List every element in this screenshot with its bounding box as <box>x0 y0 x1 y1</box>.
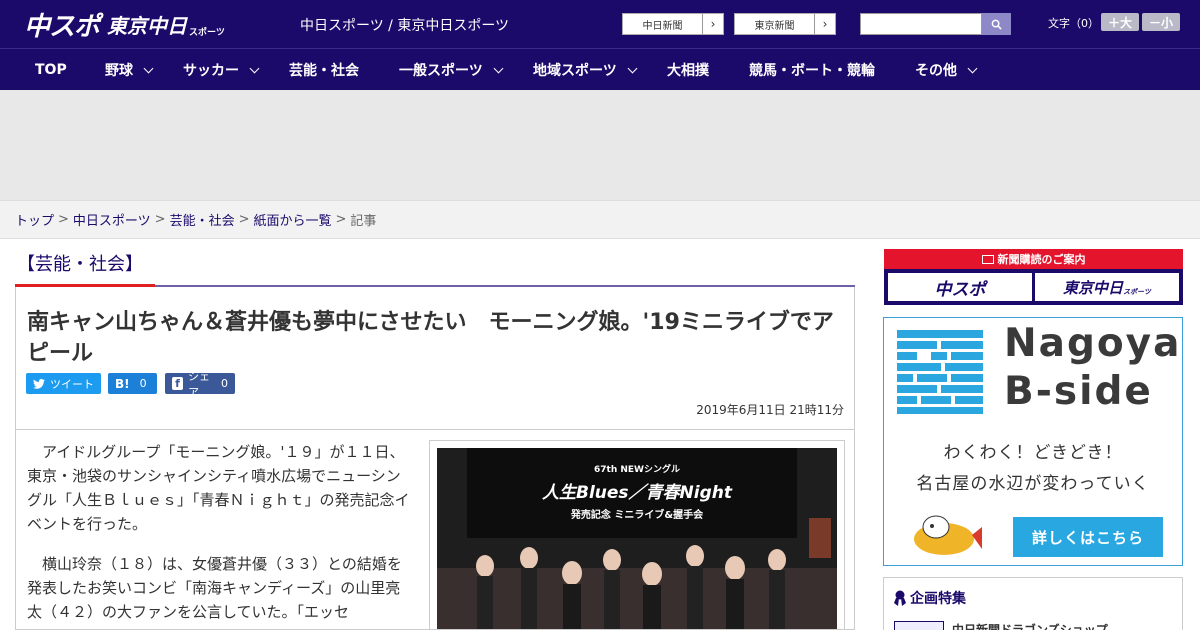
nav-label: 大相撲 <box>667 63 709 79</box>
nav-item-entertainment[interactable]: 芸能・社会 <box>289 49 359 91</box>
feature-item-label: 中日新聞ドラゴンズショップ <box>952 623 1108 630</box>
nav-item-sumo[interactable]: 大相撲 <box>667 49 709 91</box>
hatena-icon: B! <box>115 376 130 391</box>
site-name: 中日スポーツ / 東京中日スポーツ <box>300 18 510 34</box>
breadcrumb-link-paper-list[interactable]: 紙面から一覧 <box>254 210 332 229</box>
nav-label: その他 <box>915 63 957 79</box>
hatena-button[interactable]: B! 0 <box>108 373 157 394</box>
subscription-logo-chuspo: 中スポ <box>888 273 1032 301</box>
search-button[interactable] <box>982 13 1011 35</box>
site-logo[interactable]: 中スポ 東京中日 スポーツ <box>24 8 225 42</box>
category-heading: 【芸能・社会】 <box>17 254 143 275</box>
nav-item-keiba[interactable]: 競馬・ボート・競輪 <box>749 49 875 91</box>
feature-list-item[interactable]: 中日新聞ドラゴンズショップ <box>894 621 1108 630</box>
facebook-icon: f <box>172 377 184 390</box>
chevron-right-icon: › <box>710 17 716 31</box>
breadcrumb: トップ > 中日スポーツ > 芸能・社会 > 紙面から一覧 > 記事 <box>0 200 1200 239</box>
breadcrumb-link-entertainment[interactable]: 芸能・社会 <box>170 210 235 229</box>
bside-title-line2: B-side <box>1004 369 1153 414</box>
breadcrumb-link-chunichi-sports[interactable]: 中日スポーツ <box>73 210 151 229</box>
logo-main: 中スポ <box>24 11 100 42</box>
article-paragraph: アイドルグループ「モーニング娘。'１９」が１１日、東京・池袋のサンシャインシティ… <box>27 443 410 533</box>
article-date: 2019年6月11日 21時11分 <box>696 403 844 417</box>
nagoya-bside-banner[interactable]: Nagoya B-side わくわく！どきどき！ 名古屋の水辺が変わっていく 詳… <box>883 317 1183 566</box>
search-input[interactable] <box>860 13 982 35</box>
nav-label: 一般スポーツ <box>399 63 483 79</box>
facebook-share-label: シェア <box>188 369 211 399</box>
tokyo-link-label: 東京新聞 <box>735 14 815 34</box>
search-icon <box>991 19 1002 30</box>
ribbon-icon <box>894 590 906 606</box>
main-nav: TOP 野球 サッカー 芸能・社会 一般スポーツ 地域スポーツ 大相撲 競馬・ボ… <box>0 48 1200 90</box>
ad-area <box>0 90 1200 200</box>
breadcrumb-separator: > <box>238 212 250 227</box>
chunichi-link-label: 中日新聞 <box>623 14 703 34</box>
top-header: 中スポ 東京中日 スポーツ 中日スポーツ / 東京中日スポーツ 中日新聞 › 東… <box>0 0 1200 48</box>
breadcrumb-link-top[interactable]: トップ <box>15 210 54 229</box>
dragons-shop-thumbnail <box>894 621 944 630</box>
breadcrumb-current: 記事 <box>350 214 377 229</box>
feature-section: 企画特集 中日新聞ドラゴンズショップ <box>883 577 1183 630</box>
facebook-share-count: 0 <box>221 377 228 390</box>
newspaper-icon <box>981 254 994 264</box>
article-header: 南キャン山ちゃん＆蒼井優も夢中にさせたい モーニング娘。'19ミニライブでアピー… <box>15 287 855 430</box>
article-title: 南キャン山ちゃん＆蒼井優も夢中にさせたい モーニング娘。'19ミニライブでアピー… <box>27 310 834 366</box>
nav-label: 競馬・ボート・競輪 <box>749 63 875 79</box>
bside-title-line1: Nagoya <box>1004 321 1182 366</box>
nav-item-soccer[interactable]: サッカー <box>183 49 260 91</box>
tokyo-link-button[interactable]: 東京新聞 › <box>734 13 836 35</box>
subscription-banner[interactable]: 新聞購読のご案内 中スポ 東京中日 スポーツ <box>884 249 1183 305</box>
chevron-down-icon <box>143 63 154 73</box>
nav-label: 地域スポーツ <box>533 63 617 79</box>
font-size-label: 文字（0） <box>1048 17 1099 30</box>
nav-item-general-sports[interactable]: 一般スポーツ <box>399 49 504 91</box>
nav-item-baseball[interactable]: 野球 <box>105 49 154 91</box>
facebook-share-button[interactable]: f シェア 0 <box>165 370 235 399</box>
subscription-title-text: 新聞購読のご案内 <box>997 253 1086 266</box>
article-body: アイドルグループ「モーニング娘。'１９」が１１日、東京・池袋のサンシャインシティ… <box>15 430 855 630</box>
article-paragraph: 横山玲奈（１８）は、女優蒼井優（３３）との結婚を発表したお笑いコンビ「南海キャン… <box>27 555 402 621</box>
concert-photo-image <box>437 448 837 629</box>
bside-tagline1: わくわく！どきどき！ <box>943 443 1123 463</box>
chevron-down-icon <box>493 63 504 73</box>
chevron-right-icon: › <box>822 17 828 31</box>
nav-label: TOP <box>35 62 67 78</box>
logo-small: スポーツ <box>189 28 225 38</box>
nav-item-other[interactable]: その他 <box>915 49 978 91</box>
nav-item-top[interactable]: TOP <box>35 49 67 91</box>
subscription-logo-tokyo-text: 東京中日 <box>1063 278 1124 297</box>
fried-shrimp-mascot-icon <box>914 515 982 555</box>
nav-label: サッカー <box>183 63 239 79</box>
breadcrumb-separator: > <box>154 212 166 227</box>
subscription-logo-tokyo-small: スポーツ <box>1123 288 1151 296</box>
font-smaller-button[interactable]: －小 <box>1142 13 1180 31</box>
breadcrumb-separator: > <box>58 212 69 227</box>
subscription-title: 新聞購読のご案内 <box>884 249 1183 269</box>
photo-sign-line1: 67th NEWシングル <box>594 465 680 475</box>
bside-tagline2: 名古屋の水辺が変わっていく <box>916 474 1150 494</box>
tweet-label: ツイート <box>50 377 94 391</box>
logo-sub: 東京中日 <box>107 13 188 38</box>
subscription-logo-tokyo: 東京中日 スポーツ <box>1035 273 1179 301</box>
hatena-count: 0 <box>139 377 147 390</box>
photo-sign-line2: 人生Blues／青春Night <box>542 483 732 503</box>
chevron-down-icon <box>967 63 978 73</box>
article-photo[interactable]: 67th NEWシングル 人生Blues／青春Night 発売記念 ミニライブ&… <box>437 448 837 629</box>
brick-logo-icon <box>897 330 983 414</box>
nav-label: 野球 <box>105 63 133 79</box>
feature-heading-text: 企画特集 <box>910 591 966 607</box>
breadcrumb-separator: > <box>335 212 347 227</box>
photo-sign-line3: 発売記念 ミニライブ&握手会 <box>570 510 704 521</box>
font-bigger-button[interactable]: ＋大 <box>1101 13 1139 31</box>
bside-details-button[interactable]: 詳しくはこちら <box>1013 517 1163 557</box>
nav-item-local-sports[interactable]: 地域スポーツ <box>533 49 638 91</box>
tweet-button[interactable]: ツイート <box>26 373 101 394</box>
nav-label: 芸能・社会 <box>289 63 359 79</box>
chunichi-link-button[interactable]: 中日新聞 › <box>622 13 724 35</box>
twitter-icon <box>33 378 45 389</box>
feature-heading: 企画特集 <box>894 588 966 608</box>
chevron-down-icon <box>249 63 260 73</box>
article-photo-frame: 67th NEWシングル 人生Blues／青春Night 発売記念 ミニライブ&… <box>429 440 845 629</box>
chevron-down-icon <box>627 63 638 73</box>
